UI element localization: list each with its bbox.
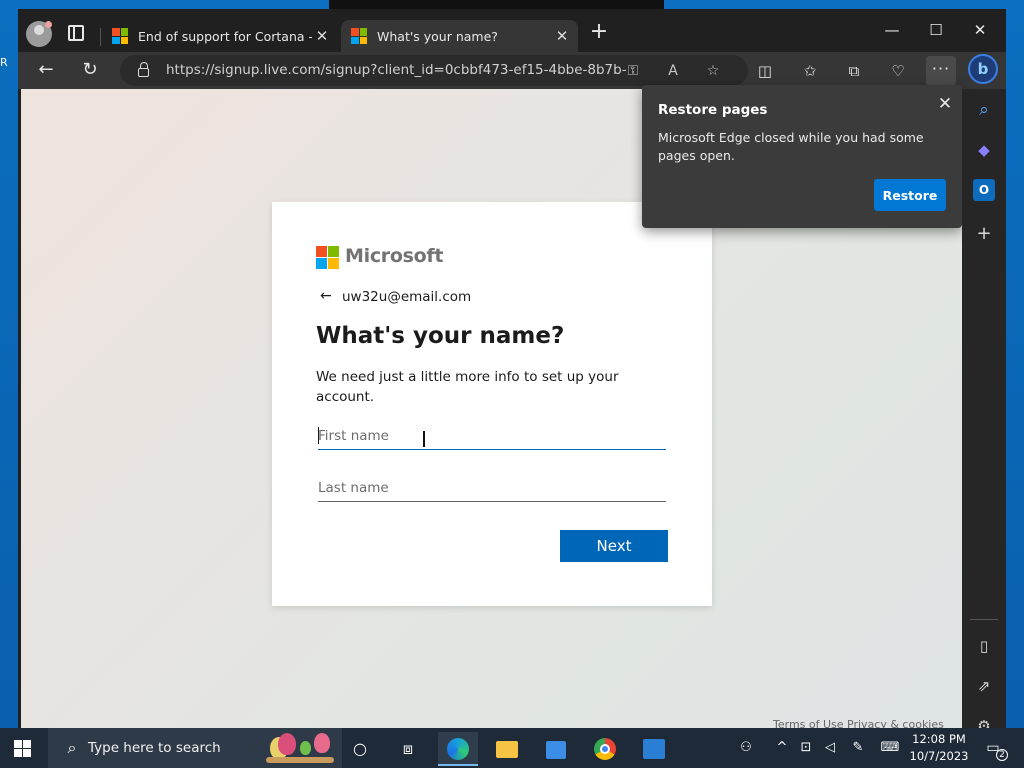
search-icon: ⌕ [67,738,77,757]
brand-name: Microsoft [345,245,444,267]
tab-cortana-support[interactable]: End of support for Cortana - Mic ✕ [102,20,338,52]
maximize-button[interactable]: ☐ [914,15,958,45]
bing-copilot-icon[interactable]: b [968,54,998,84]
favorites-icon[interactable]: ✩ [798,59,822,83]
copilot-icon[interactable]: ◆ [973,139,995,161]
tab-actions-icon[interactable] [68,25,84,41]
last-name-input[interactable] [318,474,666,502]
address-bar[interactable]: https://signup.live.com/signup?client_id… [120,55,748,86]
clock-date: 10/7/2023 [909,749,969,763]
first-name-input[interactable] [318,422,666,450]
footer-links[interactable]: Terms of Use Privacy & cookies [773,718,944,728]
read-aloud-icon[interactable]: A [662,60,684,82]
lock-icon[interactable] [138,62,149,77]
text-caret [318,427,319,444]
top-strip [329,0,664,9]
show-hidden-icons-chevron-icon[interactable]: ^ [774,738,790,758]
hide-sidebar-icon[interactable]: ▯ [973,635,995,657]
back-button[interactable]: ← [31,56,61,84]
next-button[interactable]: Next [560,530,668,562]
taskbar-search-box[interactable]: ⌕ Type here to search [48,728,342,768]
outlook-icon[interactable]: O [973,179,995,201]
notification-count: 2 [996,749,1008,761]
edge-sidebar: ⌕ ◆ O + ▯ ⇗ ⚙ [962,89,1006,728]
tab-close-icon[interactable]: ✕ [312,27,332,45]
sidebar-settings-icon[interactable]: ⚙ [973,715,995,728]
password-key-icon[interactable]: ⚿ [622,60,644,82]
chrome-icon[interactable] [585,732,625,766]
tab-close-icon[interactable]: ✕ [552,27,572,45]
network-icon[interactable]: ⊡ [796,738,816,758]
microsoft-logo-icon [316,246,339,269]
toolbar: ← ↻ https://signup.live.com/signup?clien… [18,52,1006,89]
popup-close-icon[interactable]: ✕ [935,94,955,114]
desktop-edge-letter: R [0,56,8,69]
tab-title: End of support for Cortana - Mic [138,28,312,44]
browser-window: End of support for Cortana - Mic ✕ What'… [18,9,1006,728]
notification-center-icon[interactable]: ▭ 2 [982,738,1008,761]
collections-icon[interactable]: ⧉ [842,59,866,83]
page-description: We need just a little more info to set u… [316,369,619,405]
store-icon[interactable] [536,732,576,766]
page-title: What's your name? [316,323,565,349]
profile-notification-dot [45,21,52,28]
app-box-icon[interactable] [634,732,674,766]
signup-card: Microsoft ← uw32u@email.com What's your … [272,202,712,606]
minimize-button[interactable]: — [870,15,914,45]
task-view-icon[interactable]: ⧈ [388,732,428,766]
tab-bar: End of support for Cortana - Mic ✕ What'… [18,9,1006,52]
popup-message: Microsoft Edge closed while you had some… [658,130,924,163]
restore-pages-popup: Restore pages Microsoft Edge closed whil… [642,85,962,228]
identity-email: uw32u@email.com [342,289,472,305]
keyboard-icon[interactable]: ⌨ [878,738,902,758]
pen-icon[interactable]: ✎ [848,738,868,758]
back-arrow-icon[interactable]: ← [320,288,332,304]
people-icon[interactable]: ⚇ [736,738,756,758]
url-text: https://signup.live.com/signup?client_id… [166,62,626,78]
microsoft-favicon-icon [112,28,128,44]
clock-time: 12:08 PM [912,732,966,746]
taskbar: ⌕ Type here to search ○ ⧈ ⚇ ^ ⊡ ◁ ✎ ⌨ 12… [0,728,1024,768]
search-highlight-balloons-icon [264,731,334,765]
windows-start-icon[interactable] [14,740,31,757]
file-explorer-icon[interactable] [487,732,527,766]
sidebar-divider [970,619,998,620]
clock[interactable]: 12:08 PM 10/7/2023 [908,731,970,765]
browser-essentials-icon[interactable]: ♡ [886,59,910,83]
split-screen-icon[interactable]: ◫ [753,59,777,83]
tab-whats-your-name[interactable]: What's your name? ✕ [341,20,578,52]
popup-title: Restore pages [658,102,768,118]
volume-muted-icon[interactable]: ◁ [820,738,840,758]
add-sidebar-app-icon[interactable]: + [973,223,995,245]
favorite-star-icon[interactable]: ☆ [702,60,724,82]
more-options-button[interactable]: ··· [926,56,956,86]
cortana-icon[interactable]: ○ [340,732,380,766]
close-window-button[interactable]: ✕ [958,15,1002,45]
profile-button[interactable] [26,21,52,47]
taskbar-search-placeholder: Type here to search [88,740,221,756]
new-tab-button[interactable]: + [588,21,610,44]
restore-button[interactable]: Restore [874,179,946,211]
refresh-button[interactable]: ↻ [75,56,105,84]
microsoft-favicon-icon [351,28,367,44]
search-icon[interactable]: ⌕ [973,99,995,121]
tab-title: What's your name? [377,28,498,44]
mouse-ibeam-cursor-icon [423,431,425,447]
edge-taskbar-icon[interactable] [438,732,478,766]
tab-separator [100,28,101,46]
open-external-icon[interactable]: ⇗ [973,675,995,697]
